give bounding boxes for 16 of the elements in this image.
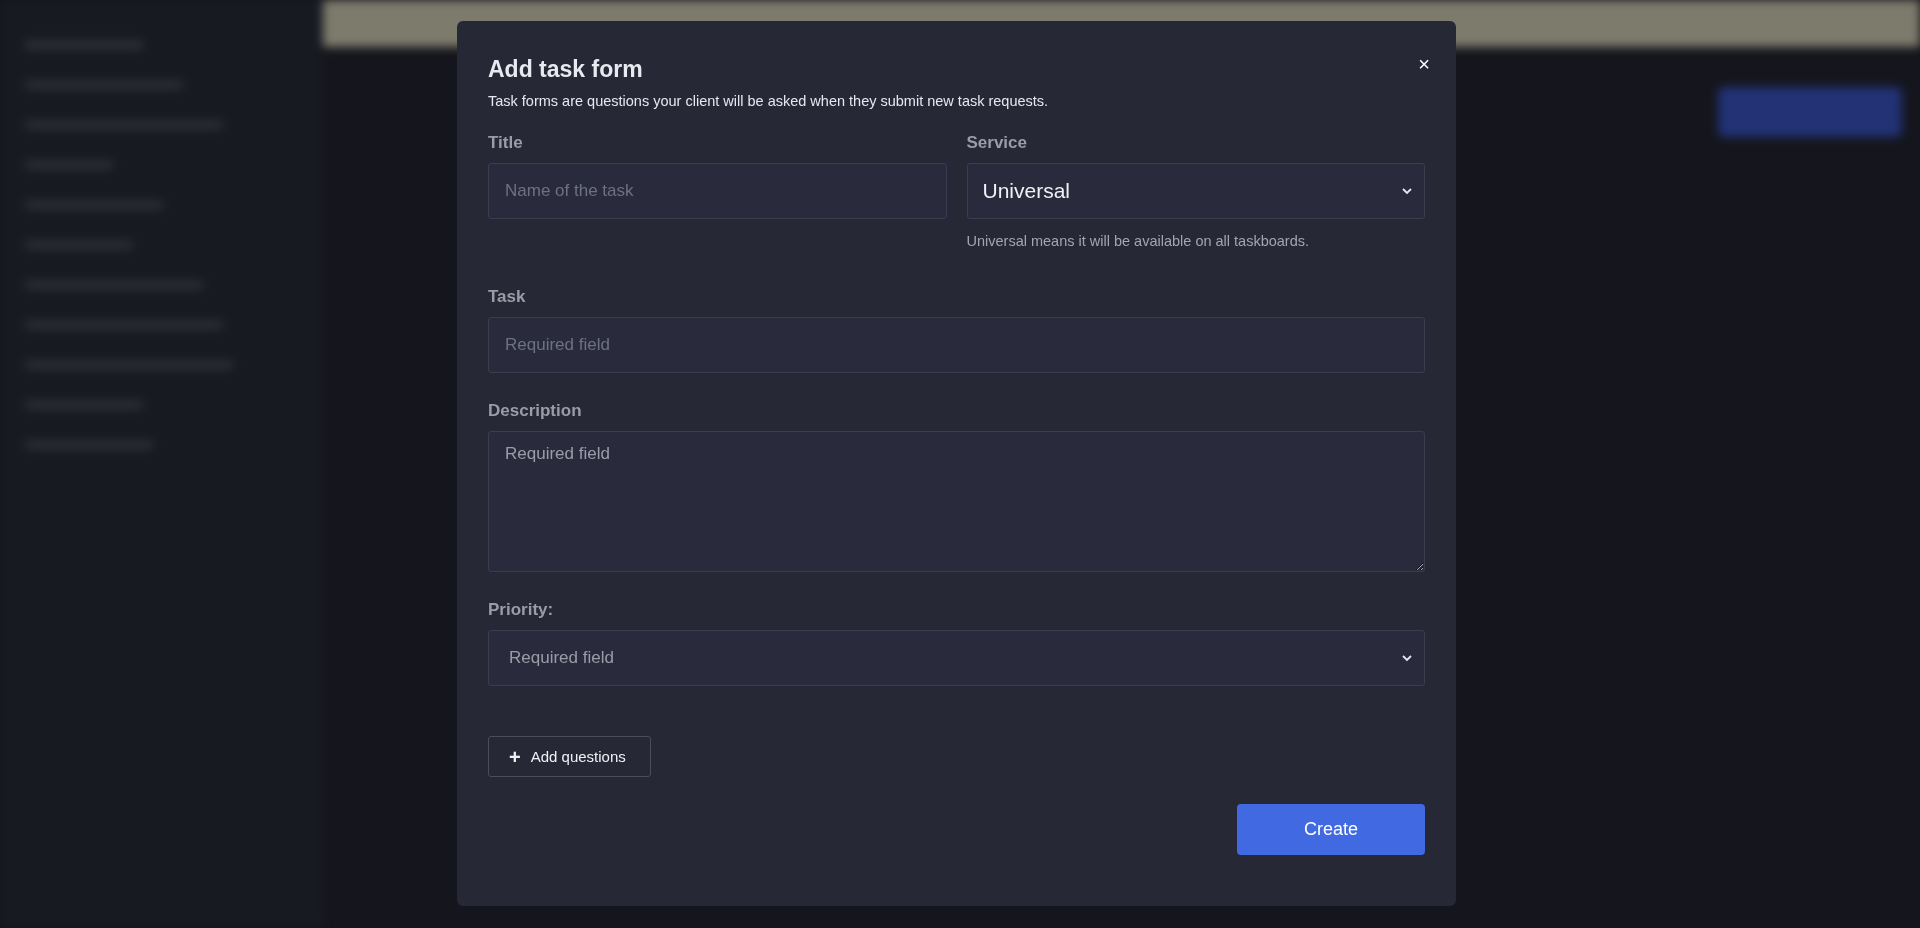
create-button[interactable]: Create <box>1237 804 1425 855</box>
select-dropdown[interactable]: Required field <box>488 630 1425 686</box>
add-questions-button[interactable]: + Add questions <box>488 736 651 777</box>
select-dropdown[interactable]: Universal <box>966 163 1425 219</box>
textarea-field[interactable]: Required field <box>488 431 1425 572</box>
field-label: Title <box>488 133 524 153</box>
text-input[interactable]: Name of the task <box>488 163 947 219</box>
dialog-title: Add task form <box>488 56 643 83</box>
text-input[interactable]: Required field <box>488 317 1425 373</box>
close-button[interactable]: × <box>1414 54 1434 74</box>
field-hint: Universal means it will be available on all taskboards. <box>966 233 1311 249</box>
field-label: Task <box>488 287 527 307</box>
field-label: Service <box>966 133 1028 153</box>
field-label: Description <box>488 401 583 421</box>
field-label: Priority: <box>488 600 555 620</box>
dialog-subtitle: Task forms are questions your client will be asked when they submit new task requests. <box>488 93 1050 109</box>
